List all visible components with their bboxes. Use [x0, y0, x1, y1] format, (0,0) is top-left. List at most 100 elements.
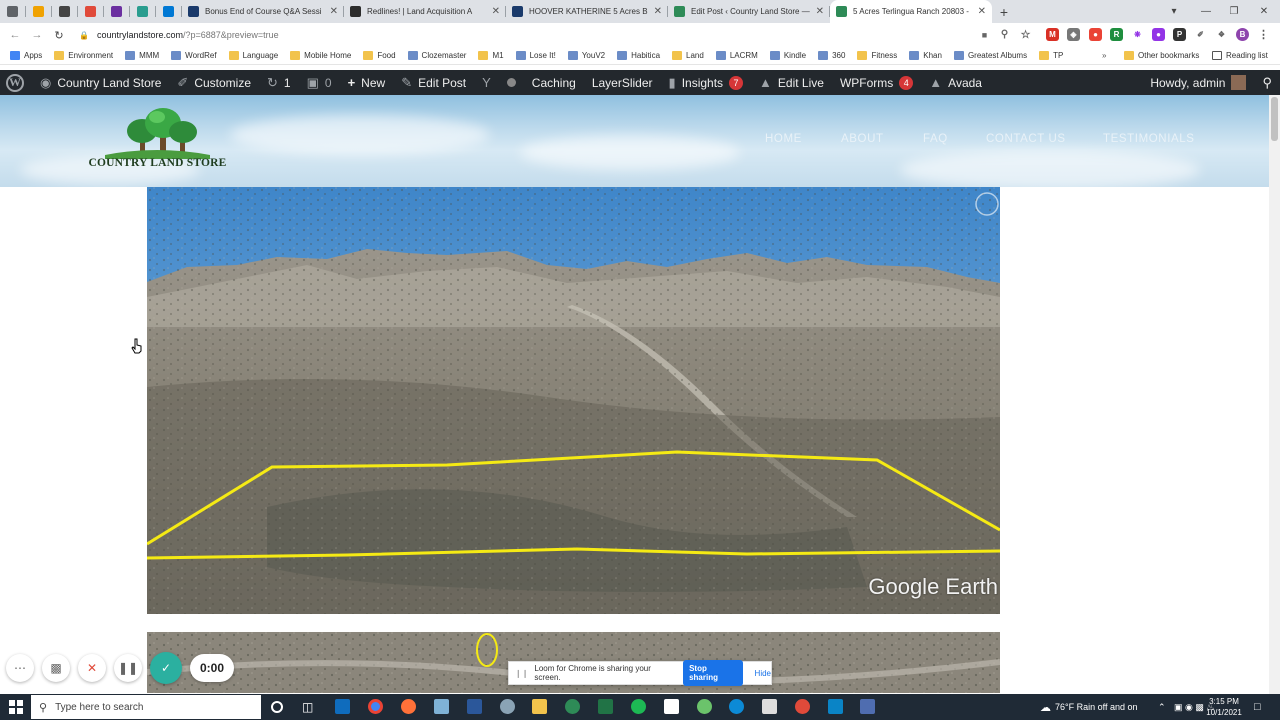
close-window-button[interactable]: ✕	[1246, 0, 1280, 23]
extension-icon[interactable]: R	[1110, 28, 1123, 41]
app-icon[interactable]	[565, 699, 580, 714]
nav-about[interactable]: ABOUT	[841, 133, 884, 145]
admin-wpforms[interactable]: WPForms 4	[832, 70, 921, 95]
app-icon[interactable]	[828, 699, 843, 714]
app-icon[interactable]	[697, 699, 712, 714]
browser-tab[interactable]: Redlines! | Land Acquisition A ✕	[344, 0, 506, 23]
nav-testimonials[interactable]: TESTIMONIALS	[1103, 133, 1195, 145]
kindle-icon[interactable]	[664, 699, 679, 714]
camera-off-icon[interactable]: ▩	[42, 654, 70, 682]
bookmark-item[interactable]: Environment	[54, 51, 113, 60]
drag-handle-icon[interactable]: ❙❙	[515, 669, 528, 678]
excel-icon[interactable]	[598, 699, 613, 714]
stop-sharing-button[interactable]: Stop sharing	[683, 660, 743, 686]
other-bookmarks[interactable]: Other bookmarks	[1124, 51, 1199, 60]
bookmark-item[interactable]: M1	[478, 51, 504, 60]
admin-new[interactable]: + New	[340, 70, 394, 95]
browser-tab[interactable]	[52, 0, 78, 23]
extension-icon[interactable]: ❋	[1131, 28, 1144, 41]
app-icon[interactable]	[500, 699, 515, 714]
calculator-icon[interactable]	[860, 699, 875, 714]
bookmark-item[interactable]: Kindle	[769, 51, 806, 60]
extension-icon[interactable]: P	[1173, 28, 1186, 41]
close-tab-icon[interactable]: ✕	[654, 6, 662, 17]
notifications-icon[interactable]: □	[1254, 694, 1261, 720]
admin-caching[interactable]: Caching	[524, 70, 584, 95]
edge-icon[interactable]	[729, 699, 744, 714]
admin-layerslider[interactable]: LayerSlider	[584, 70, 661, 95]
spotify-icon[interactable]	[631, 699, 646, 714]
bookmark-item[interactable]: MMM	[125, 51, 159, 60]
browser-tab[interactable]: HOOVER KATHERINE 5 Acres Bre ✕	[506, 0, 668, 23]
file-explorer-icon[interactable]	[532, 699, 547, 714]
close-tab-icon[interactable]: ✕	[978, 6, 986, 17]
task-view-icon[interactable]: ◫	[302, 700, 313, 714]
hide-button[interactable]: Hide	[755, 669, 771, 678]
bookmark-item[interactable]: Khan	[909, 51, 942, 60]
scrollbar-thumb[interactable]	[1271, 97, 1278, 141]
admin-avada[interactable]: ▲ Avada	[921, 70, 990, 95]
notepad-icon[interactable]	[762, 699, 777, 714]
bookmark-item[interactable]: Land	[672, 51, 704, 60]
bookmark-star-icon[interactable]: ☆	[1019, 28, 1032, 41]
close-tab-icon[interactable]: ✕	[816, 6, 824, 17]
extension-icon[interactable]: ✐	[1194, 28, 1207, 41]
reading-list[interactable]: Reading list	[1212, 51, 1268, 60]
cancel-recording-icon[interactable]: ✕	[78, 654, 106, 682]
taskbar-search[interactable]: ⚲ Type here to search	[31, 695, 261, 719]
bookmark-item[interactable]: YouV2	[567, 51, 605, 60]
browser-tab[interactable]: Edit Post ‹ Country Land Store — ✕	[668, 0, 830, 23]
extension-icon[interactable]: ●	[1089, 28, 1102, 41]
address-bar[interactable]: 🔒 countrylandstore.com/?p=6887&preview=t…	[73, 26, 1039, 44]
new-tab-button[interactable]: +	[992, 0, 1016, 23]
pause-icon[interactable]: ❚❚	[114, 654, 142, 682]
admin-edit-post[interactable]: ✎ Edit Post	[393, 70, 474, 95]
browser-tab[interactable]	[26, 0, 52, 23]
windows-start-icon[interactable]	[9, 700, 23, 714]
admin-insights[interactable]: ▮ Insights 7	[661, 70, 752, 95]
puzzle-icon[interactable]: ❖	[1215, 28, 1228, 41]
bookmarks-overflow[interactable]: »	[1102, 51, 1106, 60]
admin-edit-live[interactable]: ▲ Edit Live	[751, 70, 832, 95]
page-scrollbar[interactable]	[1269, 95, 1280, 695]
extension-icon[interactable]: M	[1046, 28, 1059, 41]
nav-contact-us[interactable]: CONTACT US	[986, 133, 1066, 145]
close-tab-icon[interactable]: ✕	[330, 6, 338, 17]
bookmark-item[interactable]: Lose It!	[515, 51, 556, 60]
browser-tab[interactable]	[104, 0, 130, 23]
bookmark-item[interactable]: Habitica	[617, 51, 660, 60]
bookmark-item[interactable]: WordRef	[171, 51, 217, 60]
bookmark-item[interactable]: Mobile Home	[290, 51, 351, 60]
more-icon[interactable]: ⋯	[6, 654, 34, 682]
nav-home[interactable]: HOME	[765, 133, 802, 145]
outlook-icon[interactable]	[335, 699, 350, 714]
clock[interactable]: 3:15 PM 10/1/2021	[1204, 696, 1244, 718]
browser-tab[interactable]	[156, 0, 182, 23]
bookmark-item[interactable]: Greatest Albums	[953, 51, 1027, 60]
tab-search-icon[interactable]: ▾	[1156, 0, 1192, 23]
browser-tab[interactable]	[78, 0, 104, 23]
bookmark-item[interactable]: Food	[363, 51, 396, 60]
shield-icon[interactable]: ◈	[1067, 28, 1080, 41]
yoast-seo-icon[interactable]: Y	[474, 70, 499, 95]
bookmark-item[interactable]: 360	[818, 51, 845, 60]
admin-customize[interactable]: ✐ Customize	[169, 70, 259, 95]
admin-comments[interactable]: ▣ 0	[299, 70, 340, 95]
chrome-icon[interactable]	[368, 699, 383, 714]
extension-icon[interactable]: ●	[1152, 28, 1165, 41]
word-icon[interactable]	[467, 699, 482, 714]
nav-faq[interactable]: FAQ	[923, 133, 948, 145]
tray-overflow-icon[interactable]: ⌃	[1158, 694, 1166, 720]
browser-tab[interactable]: Bonus End of Course Q&A Sessi ✕	[182, 0, 344, 23]
bookmark-item[interactable]: Clozemaster	[407, 51, 466, 60]
reload-icon[interactable]: ↻	[48, 24, 70, 46]
admin-site-name[interactable]: ◉ Country Land Store	[32, 70, 169, 95]
firefox-icon[interactable]	[401, 699, 416, 714]
browser-tab[interactable]: 5 Acres Terlingua Ranch 20803 - ✕	[830, 0, 992, 23]
close-tab-icon[interactable]: ✕	[492, 6, 500, 17]
forward-icon[interactable]: →	[26, 24, 48, 46]
bookmark-item[interactable]: Language	[228, 51, 278, 60]
back-icon[interactable]: ←	[4, 24, 26, 46]
menu-icon[interactable]: ⋮	[1257, 28, 1270, 41]
camera-icon[interactable]: ■	[978, 28, 991, 41]
